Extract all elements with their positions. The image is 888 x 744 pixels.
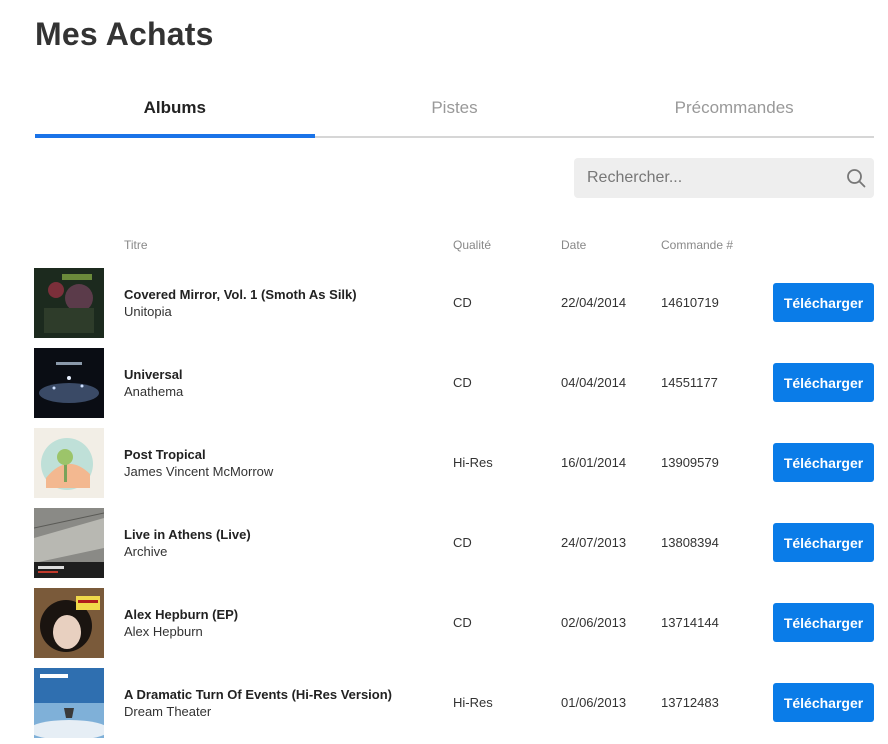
album-cover [34,588,104,658]
download-button[interactable]: Télécharger [773,443,874,482]
order-number: 14551177 [661,375,718,390]
album-quality: Hi-Res [453,455,493,470]
table-row: Universal Anathema CD 04/04/2014 1455117… [34,348,874,418]
table-row: Covered Mirror, Vol. 1 (Smoth As Silk) U… [34,268,874,338]
album-title: Covered Mirror, Vol. 1 (Smoth As Silk) [124,287,357,302]
table-row: A Dramatic Turn Of Events (Hi-Res Versio… [34,668,874,738]
column-header-quality: Qualité [453,238,492,252]
album-quality: CD [453,375,472,390]
download-button[interactable]: Télécharger [773,523,874,562]
order-date: 04/04/2014 [561,375,627,390]
album-cover [34,428,104,498]
search-box [574,158,874,198]
album-cover [34,268,104,338]
album-title: Post Tropical [124,447,206,462]
page-title: Mes Achats [35,16,214,52]
order-date: 22/04/2014 [561,295,627,310]
order-number: 13714144 [661,615,719,630]
order-number: 13808394 [661,535,719,550]
album-cover [34,668,104,738]
order-date: 02/06/2013 [561,615,627,630]
download-button[interactable]: Télécharger [773,363,874,402]
album-cover [34,348,104,418]
search-icon[interactable] [846,168,866,188]
album-artist: Alex Hepburn [124,624,203,639]
search-input[interactable] [574,158,834,198]
album-artist: Anathema [124,384,184,399]
album-artist: Unitopia [124,304,172,319]
column-header-title: Titre [124,238,148,252]
download-button[interactable]: Télécharger [773,683,874,722]
album-title: Alex Hepburn (EP) [124,607,239,622]
table-row: Live in Athens (Live) Archive CD 24/07/2… [34,508,874,578]
album-artist: Dream Theater [124,704,212,719]
order-number: 13909579 [661,455,719,470]
tab-bar: Albums Pistes Précommandes [35,90,874,138]
table-row: Alex Hepburn (EP) Alex Hepburn CD 02/06/… [34,588,874,658]
album-quality: CD [453,295,472,310]
album-title: Universal [124,367,183,382]
album-title: Live in Athens (Live) [124,527,251,542]
tab-pistes[interactable]: Pistes [315,90,595,136]
album-artist: Archive [124,544,168,559]
order-date: 01/06/2013 [561,695,627,710]
album-quality: Hi-Res [453,695,493,710]
album-cover [34,508,104,578]
order-number: 13712483 [661,695,719,710]
tab-albums[interactable]: Albums [35,90,315,138]
order-date: 24/07/2013 [561,535,627,550]
album-quality: CD [453,535,472,550]
download-button[interactable]: Télécharger [773,603,874,642]
table-row: Post Tropical James Vincent McMorrow Hi-… [34,428,874,498]
album-artist: James Vincent McMorrow [124,464,274,479]
order-number: 14610719 [661,295,719,310]
album-quality: CD [453,615,472,630]
download-button[interactable]: Télécharger [773,283,874,322]
column-header-order: Commande # [661,238,734,252]
column-header-date: Date [561,238,587,252]
order-date: 16/01/2014 [561,455,627,470]
album-title: A Dramatic Turn Of Events (Hi-Res Versio… [124,687,393,702]
tab-precommandes[interactable]: Précommandes [594,90,874,136]
